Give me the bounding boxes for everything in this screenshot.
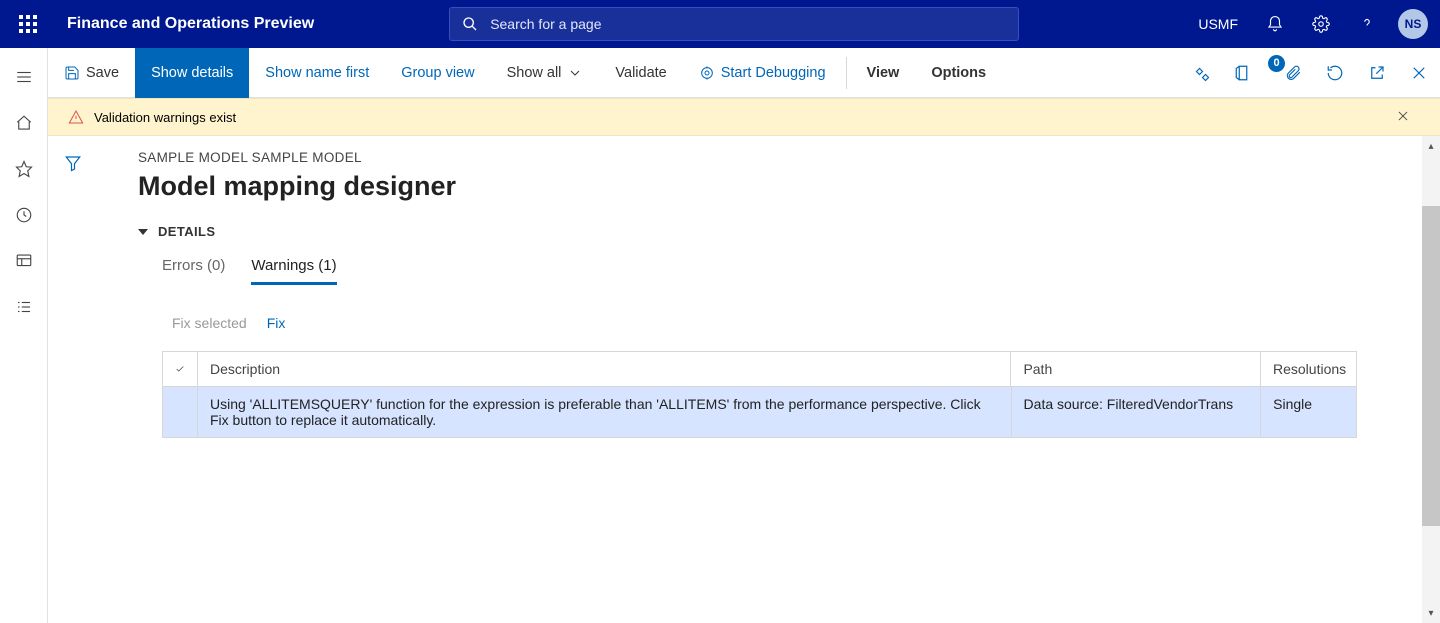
close-icon xyxy=(1396,109,1410,123)
workspace-icon xyxy=(15,252,33,270)
grid-header: Description Path Resolutions xyxy=(163,352,1356,387)
banner-message: Validation warnings exist xyxy=(94,110,236,125)
caret-down-icon xyxy=(138,229,148,235)
col-resolutions[interactable]: Resolutions xyxy=(1261,352,1356,386)
nav-toggle-button[interactable] xyxy=(0,54,48,100)
row-select[interactable] xyxy=(163,387,198,437)
nav-workspaces[interactable] xyxy=(0,238,48,284)
popout-icon xyxy=(1368,64,1386,82)
close-button[interactable] xyxy=(1398,48,1440,98)
modules-icon xyxy=(15,298,33,316)
banner-close-button[interactable] xyxy=(1396,109,1420,126)
bell-icon xyxy=(1266,15,1284,33)
row-path: Data source: FilteredVendorTrans xyxy=(1012,387,1262,437)
validation-banner: Validation warnings exist xyxy=(48,98,1440,136)
company-label[interactable]: USMF xyxy=(1184,16,1252,32)
page-content: SAMPLE MODEL SAMPLE MODEL Model mapping … xyxy=(98,136,1416,623)
save-button[interactable]: Save xyxy=(48,48,135,98)
diamond-icon xyxy=(1192,64,1210,82)
clock-icon xyxy=(15,206,33,224)
save-label: Save xyxy=(86,65,119,81)
refresh-button[interactable] xyxy=(1314,48,1356,98)
scroll-down-arrow[interactable]: ▾ xyxy=(1422,603,1440,623)
fix-button[interactable]: Fix xyxy=(267,315,286,331)
hamburger-icon xyxy=(15,68,33,86)
show-all-dropdown[interactable]: Show all xyxy=(491,48,600,98)
row-resolutions: Single xyxy=(1261,387,1356,437)
tab-warnings[interactable]: Warnings (1) xyxy=(251,257,336,285)
avatar[interactable]: NS xyxy=(1398,9,1428,39)
check-icon xyxy=(175,362,185,376)
start-debugging-button[interactable]: Start Debugging xyxy=(683,48,842,98)
personalize-button[interactable] xyxy=(1180,48,1222,98)
filter-pane-toggle[interactable] xyxy=(48,136,98,623)
header-right: USMF NS xyxy=(1184,0,1440,48)
group-view-button[interactable]: Group view xyxy=(385,48,490,98)
search-icon xyxy=(462,16,478,32)
action-search-button[interactable] xyxy=(1002,48,1034,98)
funnel-icon xyxy=(64,154,82,172)
attachments-button[interactable]: 0 xyxy=(1264,48,1314,98)
search-placeholder: Search for a page xyxy=(490,16,601,32)
scroll-thumb[interactable] xyxy=(1422,206,1440,526)
breadcrumb: SAMPLE MODEL SAMPLE MODEL xyxy=(138,150,1416,165)
help-icon xyxy=(1358,15,1376,33)
fix-toolbar: Fix selected Fix xyxy=(172,315,1416,331)
app-title: Finance and Operations Preview xyxy=(67,15,314,33)
scroll-up-arrow[interactable]: ▴ xyxy=(1422,136,1440,156)
nav-home[interactable] xyxy=(0,100,48,146)
close-icon xyxy=(1410,64,1428,82)
attachments-badge: 0 xyxy=(1268,55,1285,72)
chevron-down-icon xyxy=(567,65,583,81)
tab-errors[interactable]: Errors (0) xyxy=(162,257,225,285)
page-title: Model mapping designer xyxy=(138,171,1416,202)
refresh-icon xyxy=(1326,64,1344,82)
validate-button[interactable]: Validate xyxy=(599,48,682,98)
office-button[interactable] xyxy=(1222,48,1264,98)
view-menu[interactable]: View xyxy=(851,48,916,98)
paperclip-icon xyxy=(1284,64,1302,82)
waffle-icon[interactable] xyxy=(19,15,37,33)
nav-modules[interactable] xyxy=(0,284,48,330)
settings-button[interactable] xyxy=(1298,0,1344,48)
nav-recent[interactable] xyxy=(0,192,48,238)
options-menu[interactable]: Options xyxy=(915,48,1002,98)
tabs: Errors (0) Warnings (1) xyxy=(162,257,1416,285)
row-description: Using 'ALLITEMSQUERY' function for the e… xyxy=(198,387,1012,437)
help-button[interactable] xyxy=(1344,0,1390,48)
show-details-button[interactable]: Show details xyxy=(135,48,249,98)
office-icon xyxy=(1234,64,1252,82)
star-icon xyxy=(15,160,33,178)
warning-icon xyxy=(68,109,84,125)
details-section-header[interactable]: DETAILS xyxy=(138,224,1416,239)
warnings-grid: Description Path Resolutions Using 'ALLI… xyxy=(162,351,1357,438)
notifications-button[interactable] xyxy=(1252,0,1298,48)
global-header: Finance and Operations Preview Search fo… xyxy=(0,0,1440,48)
search-box[interactable]: Search for a page xyxy=(449,7,1019,41)
left-rail xyxy=(0,48,48,623)
show-name-first-button[interactable]: Show name first xyxy=(249,48,385,98)
action-bar: Save Show details Show name first Group … xyxy=(48,48,1440,98)
gear-icon xyxy=(1312,15,1330,33)
debug-icon xyxy=(699,65,715,81)
nav-favorites[interactable] xyxy=(0,146,48,192)
popout-button[interactable] xyxy=(1356,48,1398,98)
vertical-scrollbar[interactable]: ▴ ▾ xyxy=(1422,136,1440,623)
save-icon xyxy=(64,65,80,81)
table-row[interactable]: Using 'ALLITEMSQUERY' function for the e… xyxy=(163,387,1356,438)
details-label: DETAILS xyxy=(158,224,215,239)
col-description[interactable]: Description xyxy=(198,352,1011,386)
select-all-cell[interactable] xyxy=(163,352,198,386)
col-path[interactable]: Path xyxy=(1011,352,1261,386)
action-separator xyxy=(846,57,847,89)
action-bar-right: 0 xyxy=(1180,48,1440,98)
fix-selected-button: Fix selected xyxy=(172,315,247,331)
home-icon xyxy=(15,114,33,132)
